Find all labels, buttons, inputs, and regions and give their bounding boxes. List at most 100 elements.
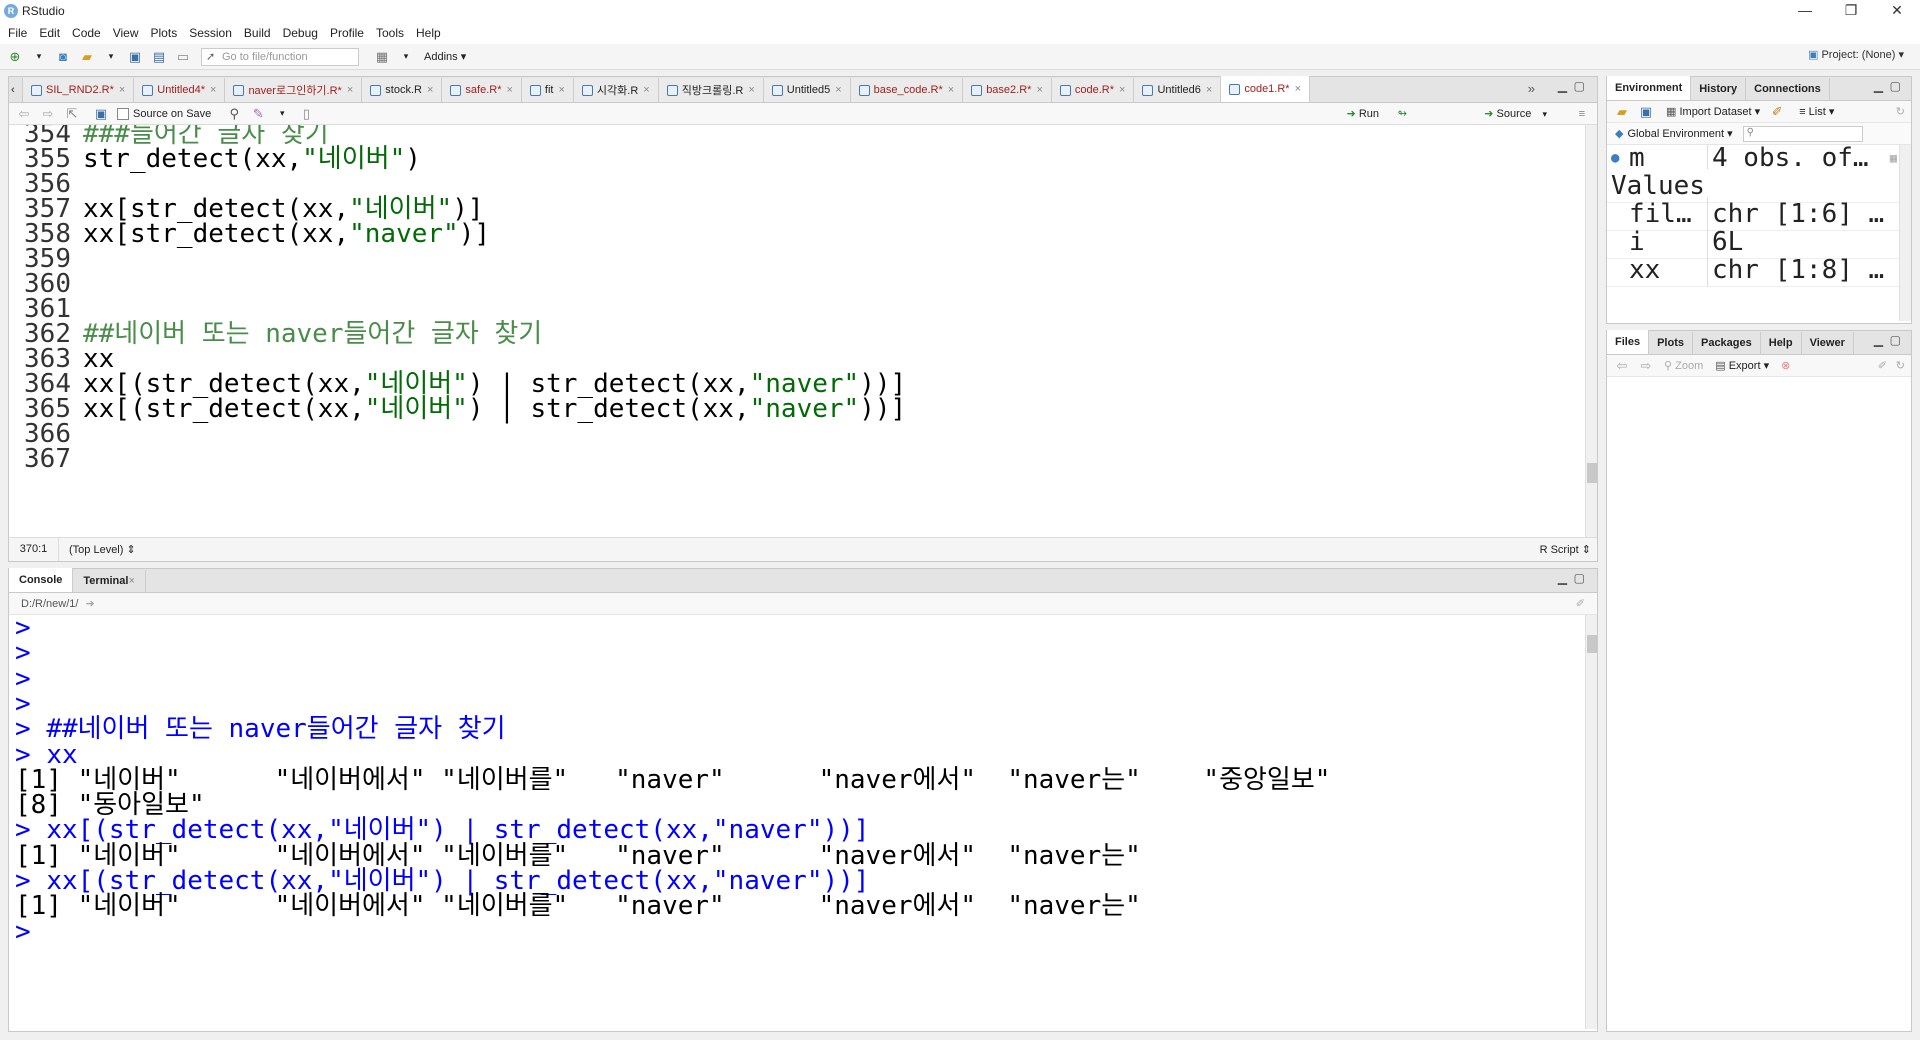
- clear-console-icon[interactable]: ✐: [1576, 593, 1585, 615]
- compile-report-icon[interactable]: ▯: [297, 105, 315, 123]
- console-output[interactable]: > > > > > ##네이버 또는 naver들어간 글자 찾기 > xx [1]…: [9, 615, 1587, 1029]
- close-tab-icon[interactable]: ×: [427, 84, 433, 96]
- close-tab-icon[interactable]: ×: [506, 84, 512, 96]
- close-tab-icon[interactable]: ×: [948, 84, 954, 96]
- load-workspace-icon[interactable]: ▰: [1613, 103, 1631, 121]
- menu-edit[interactable]: Edit: [39, 26, 60, 40]
- save-icon[interactable]: ▣: [126, 48, 144, 66]
- minimize-button[interactable]: —: [1782, 0, 1828, 22]
- editor-tab[interactable]: safe.R* ×: [442, 78, 522, 102]
- maximize-pane-icon[interactable]: ▢: [1574, 571, 1585, 585]
- close-tab-icon[interactable]: ×: [643, 84, 649, 96]
- maximize-pane-icon[interactable]: ▢: [1890, 79, 1901, 93]
- previous-plot-icon[interactable]: ⇦: [1613, 357, 1631, 375]
- files-tab-help[interactable]: Help: [1761, 332, 1802, 354]
- broom-clear-icon[interactable]: ✐: [1768, 103, 1786, 121]
- grid-layout-icon[interactable]: ▦: [373, 48, 391, 66]
- editor-tab[interactable]: 직방크롤링.R ×: [658, 78, 764, 102]
- editor-tab[interactable]: SIL_RND2.R* ×: [23, 78, 135, 102]
- close-tab-icon[interactable]: ×: [1206, 84, 1212, 96]
- remove-plot-icon[interactable]: ⊗: [1781, 359, 1790, 372]
- editor-tab[interactable]: Untitled5 ×: [763, 78, 851, 102]
- environment-scrollbar[interactable]: [1899, 145, 1911, 321]
- goto-directory-icon[interactable]: ➜: [86, 598, 95, 610]
- more-tabs-icon[interactable]: »: [1528, 81, 1535, 96]
- close-tab-icon[interactable]: ×: [748, 84, 754, 96]
- tabs-left-arrow-icon[interactable]: ‹: [9, 78, 23, 102]
- editor-tab[interactable]: code1.R* ×: [1221, 76, 1311, 102]
- scope-selector[interactable]: (Top Level) ⇕: [69, 543, 136, 556]
- refresh-icon[interactable]: ↻: [1896, 359, 1905, 372]
- save-workspace-icon[interactable]: ▣: [1637, 103, 1655, 121]
- minimize-pane-icon[interactable]: ▁: [1558, 79, 1567, 93]
- environment-tab-environment[interactable]: Environment: [1607, 76, 1692, 100]
- files-tab-files[interactable]: Files: [1607, 330, 1650, 354]
- menu-view[interactable]: View: [113, 26, 139, 40]
- files-tab-viewer[interactable]: Viewer: [1802, 332, 1854, 354]
- editor-tab[interactable]: 시각화.R ×: [573, 78, 659, 102]
- close-window-button[interactable]: ✕: [1874, 0, 1920, 22]
- global-environment-selector[interactable]: Global Environment ▾: [1627, 127, 1732, 140]
- menu-tools[interactable]: Tools: [376, 26, 404, 40]
- list-view-selector[interactable]: ≡ List ▾: [1799, 105, 1834, 118]
- next-plot-icon[interactable]: ⇨: [1637, 357, 1655, 375]
- project-menu[interactable]: ▣ Project: (None) ▾: [1808, 48, 1904, 61]
- close-tab-icon[interactable]: ×: [210, 84, 216, 96]
- menu-build[interactable]: Build: [244, 26, 271, 40]
- menu-plots[interactable]: Plots: [151, 26, 178, 40]
- new-file-icon[interactable]: ⊕: [6, 48, 24, 66]
- save-icon[interactable]: ▣: [92, 105, 110, 123]
- import-dataset-button[interactable]: ▦ Import Dataset ▾: [1666, 105, 1760, 118]
- environment-tab-connections[interactable]: Connections: [1746, 78, 1830, 100]
- files-tab-plots[interactable]: Plots: [1649, 332, 1693, 354]
- menu-code[interactable]: Code: [72, 26, 101, 40]
- run-button[interactable]: ➜ Run: [1347, 107, 1379, 120]
- menu-file[interactable]: File: [8, 26, 27, 40]
- close-tab-icon[interactable]: ×: [835, 84, 841, 96]
- dropdown-arrow-icon[interactable]: ▾: [30, 48, 48, 66]
- close-tab-icon[interactable]: ×: [119, 84, 125, 96]
- menu-help[interactable]: Help: [416, 26, 441, 40]
- dropdown-arrow-icon[interactable]: ▾: [397, 48, 415, 66]
- new-project-icon[interactable]: ◙: [54, 48, 72, 66]
- editor-scrollbar[interactable]: [1585, 125, 1597, 537]
- minimize-pane-icon[interactable]: ▁: [1874, 79, 1883, 93]
- minimize-pane-icon[interactable]: ▁: [1558, 571, 1567, 585]
- menu-session[interactable]: Session: [189, 26, 232, 40]
- console-scrollbar[interactable]: [1585, 615, 1597, 1029]
- search-icon[interactable]: ⚲: [225, 105, 243, 123]
- goto-file-input[interactable]: ➚ Go to file/function: [201, 47, 359, 66]
- clear-plots-icon[interactable]: ✐: [1878, 359, 1887, 372]
- source-button[interactable]: ➜ Source ▾: [1484, 107, 1547, 120]
- environment-tab-history[interactable]: History: [1691, 78, 1747, 100]
- show-in-window-icon[interactable]: ⇱: [63, 105, 81, 123]
- menu-debug[interactable]: Debug: [283, 26, 318, 40]
- close-tab-icon[interactable]: ×: [1295, 83, 1301, 95]
- editor-tab[interactable]: Untitled4* ×: [134, 78, 226, 102]
- back-icon[interactable]: ⇦: [15, 105, 33, 123]
- code-area[interactable]: 354 ###들어간 글자 찾기 355 str_detect(xx,"네이버") 35…: [9, 125, 1587, 537]
- menu-profile[interactable]: Profile: [330, 26, 364, 40]
- rerun-icon[interactable]: ↬: [1398, 107, 1407, 120]
- editor-tab[interactable]: code.R* ×: [1051, 78, 1135, 102]
- dropdown-arrow-icon[interactable]: ▾: [273, 105, 291, 123]
- scrollbar-thumb[interactable]: [1587, 635, 1597, 653]
- environment-row[interactable]: xx chr [1:8] …: [1607, 253, 1901, 287]
- editor-tab[interactable]: base_code.R* ×: [850, 78, 964, 102]
- file-type-selector[interactable]: R Script ⇕: [1540, 543, 1591, 556]
- files-tab-packages[interactable]: Packages: [1693, 332, 1761, 354]
- minimize-pane-icon[interactable]: ▁: [1874, 333, 1883, 347]
- close-tab-icon[interactable]: ×: [1119, 84, 1125, 96]
- forward-icon[interactable]: ⇨: [39, 105, 57, 123]
- console-tab-console[interactable]: Console: [9, 568, 74, 592]
- editor-tab[interactable]: naver로그인하기.R* ×: [225, 78, 363, 102]
- editor-tab[interactable]: stock.R ×: [362, 78, 443, 102]
- editor-tab[interactable]: fit ×: [521, 78, 574, 102]
- editor-tab[interactable]: base2.R* ×: [963, 78, 1052, 102]
- scrollbar-thumb[interactable]: [1587, 463, 1597, 483]
- close-tab-icon[interactable]: ×: [1036, 84, 1042, 96]
- close-tab-icon[interactable]: ×: [347, 84, 353, 96]
- editor-tab[interactable]: Untitled6 ×: [1134, 78, 1222, 102]
- zoom-button[interactable]: ⚲ Zoom: [1664, 359, 1703, 372]
- open-file-icon[interactable]: ▰: [78, 48, 96, 66]
